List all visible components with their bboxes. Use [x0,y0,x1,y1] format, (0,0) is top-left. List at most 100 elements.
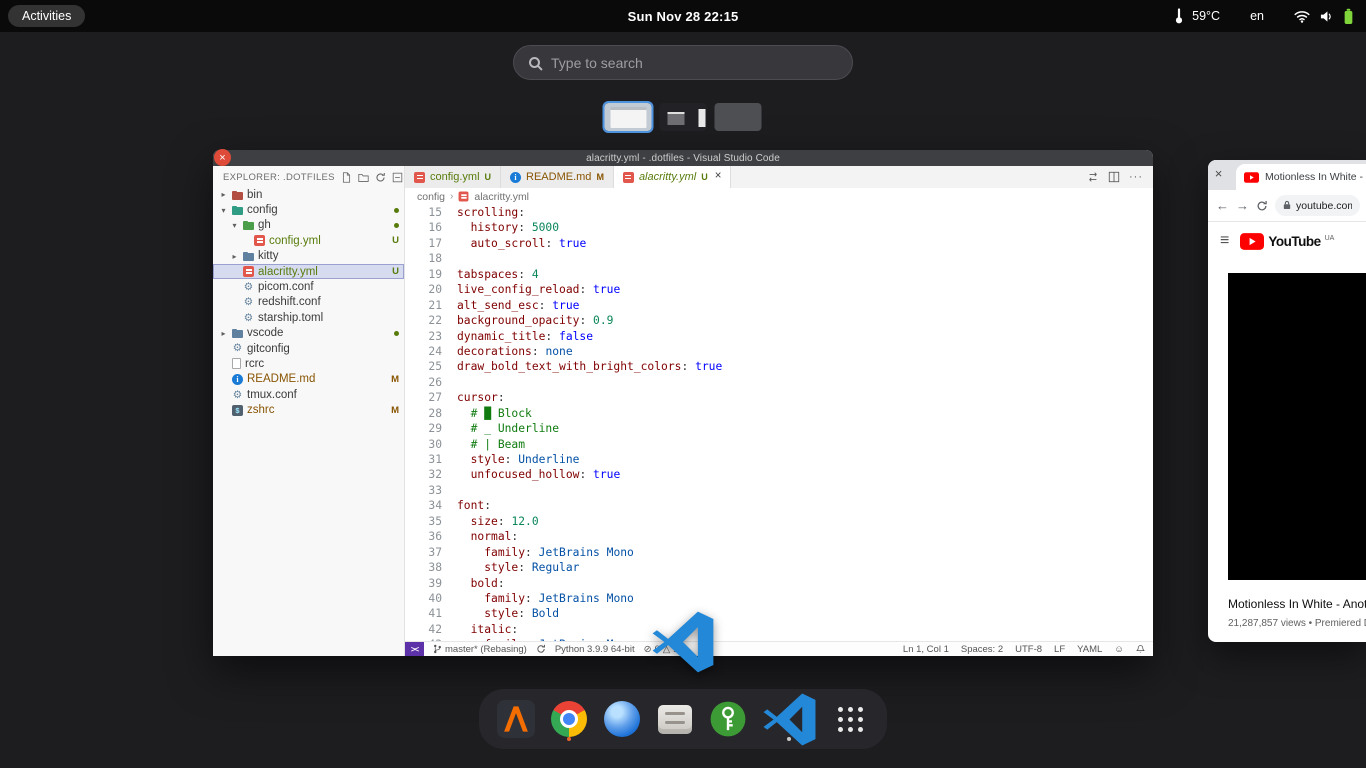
tree-folder-kitty[interactable]: ▸kitty [213,249,404,264]
feedback-icon[interactable]: ☺ [1114,644,1124,655]
menu-icon[interactable]: ≡ [1220,232,1229,250]
line-number: 42 [405,622,442,637]
status-item-ln-1-col-1[interactable]: Ln 1, Col 1 [903,644,949,655]
python-interpreter-item[interactable]: Python 3.9.9 64-bit [555,644,635,655]
remote-indicator[interactable]: >< [405,642,424,656]
tree-file-alacritty.yml[interactable]: alacritty.ymlU [213,264,404,279]
notifications-bell-icon[interactable] [1136,644,1145,655]
refresh-icon[interactable] [375,172,386,183]
search-input[interactable] [551,55,837,71]
line-number: 32 [405,467,442,482]
tree-folder-config[interactable]: ▾config [213,202,404,217]
close-tab-icon[interactable]: × [715,171,722,183]
tree-file-starship.toml[interactable]: starship.toml [213,310,404,325]
close-window-button-chrome[interactable]: × [1211,166,1226,181]
youtube-page: ≡ YouTube UA Motionless In White - Anot … [1208,222,1366,629]
status-item-spaces-2[interactable]: Spaces: 2 [961,644,1003,655]
tree-item-label: gh [258,219,390,231]
tree-file-picom.conf[interactable]: picom.conf [213,279,404,294]
browser-tab-youtube[interactable]: Motionless In White - [1236,164,1366,190]
dock-item-files[interactable] [655,696,695,742]
tree-item-label: tmux.conf [247,389,399,401]
breadcrumb[interactable]: config › alacritty.yml [405,188,1153,205]
line-number: 35 [405,514,442,529]
workspace-switcher [605,103,762,131]
breadcrumb-folder[interactable]: config [417,191,445,203]
youtube-wordmark: YouTube [1268,234,1320,249]
collapse-all-icon[interactable] [392,172,403,183]
status-item-lf[interactable]: LF [1054,644,1065,655]
close-window-button-vscode[interactable]: × [214,149,231,166]
breadcrumb-file[interactable]: alacritty.yml [474,191,529,203]
chrome-icon [551,701,587,737]
reload-button[interactable] [1256,200,1268,212]
chevron-right-icon: ▸ [219,329,228,338]
keyboard-layout-indicator[interactable]: en [1250,9,1264,23]
split-editor-icon[interactable] [1108,171,1120,183]
chrome-window[interactable]: Motionless In White - ← → youtube.com/wa… [1208,160,1366,642]
dock [479,689,887,749]
dock-item-vscode[interactable] [761,696,817,742]
chevron-down-icon: ▾ [230,221,239,230]
explorer-actions: ··· [341,172,405,183]
dock-item-keepassxc[interactable] [708,696,748,742]
workspace-thumbnail-1[interactable] [605,103,652,131]
new-folder-icon[interactable] [358,172,369,183]
editor-actions: ··· [1077,166,1153,188]
workspace-thumbnail-2[interactable] [660,103,707,131]
activities-button[interactable]: Activities [8,5,85,27]
git-branch-item[interactable]: master* (Rebasing) [433,643,527,655]
battery-icon [1343,8,1354,25]
tree-file-rcrc[interactable]: rcrc [213,356,404,371]
video-player[interactable] [1228,273,1366,580]
tree-folder-bin[interactable]: ▸bin [213,187,404,202]
tree-file-zshrc[interactable]: zshrcM [213,402,404,417]
code-line: auto_scroll: true [457,236,1153,251]
dock-item-alacritty[interactable] [496,696,536,742]
clock[interactable]: Sun Nov 28 22:15 [628,0,739,32]
tree-file-config.yml[interactable]: config.ymlU [213,233,404,248]
line-number: 20 [405,282,442,297]
status-item-yaml[interactable]: YAML [1077,644,1102,655]
code-line: live_config_reload: true [457,282,1153,297]
system-status-area[interactable]: 59°C en [1175,0,1354,32]
editor-tab-readme.md[interactable]: README.mdM [501,166,614,188]
youtube-logo[interactable]: YouTube UA [1240,233,1334,250]
code-line: draw_bold_text_with_bright_colors: true [457,359,1153,374]
running-indicator-dot [567,737,571,741]
editor-tab-alacritty.yml[interactable]: alacritty.ymlU× [614,166,731,188]
code-line: font: [457,498,1153,513]
status-item-utf-8[interactable]: UTF-8 [1015,644,1042,655]
tree-file-readme.md[interactable]: README.mdM [213,372,404,387]
tree-file-gitconfig[interactable]: gitconfig [213,341,404,356]
dock-item-globe[interactable] [602,696,642,742]
gear-icon [232,389,243,400]
address-bar[interactable]: youtube.com/wa [1275,195,1360,216]
vscode-window[interactable]: alacritty.yml - .dotfiles - Visual Studi… [213,150,1153,656]
dock-item-show-apps[interactable] [830,696,870,742]
open-changes-icon[interactable] [1087,171,1099,183]
vscode-titlebar[interactable]: alacritty.yml - .dotfiles - Visual Studi… [213,150,1153,166]
editor-column: config.ymlUREADME.mdMalacritty.ymlU× ···… [405,166,1153,656]
code-editor[interactable]: 1516171819202122232425262728293031323334… [405,205,1153,641]
line-number: 37 [405,545,442,560]
editor-tab-config.yml[interactable]: config.ymlU [405,166,501,188]
tree-file-tmux.conf[interactable]: tmux.conf [213,387,404,402]
tab-title: Motionless In White - [1265,171,1363,183]
forward-button[interactable]: → [1236,199,1249,212]
new-file-icon[interactable] [341,172,352,183]
mini-window [699,109,706,127]
back-button[interactable]: ← [1216,199,1229,212]
tree-folder-gh[interactable]: ▾ gh [213,218,404,233]
wifi-icon [1294,10,1310,23]
code-line: italic: [457,622,1153,637]
tree-file-redshift.conf[interactable]: redshift.conf [213,295,404,310]
tree-folder-vscode[interactable]: ▸vscode [213,326,404,341]
tree-item-label: starship.toml [258,312,399,324]
more-actions-icon[interactable]: ··· [1129,171,1143,183]
workspace-thumbnail-3[interactable] [715,103,762,131]
dock-item-chrome[interactable] [549,696,589,742]
chevron-right-icon: ▸ [219,190,228,199]
mini-window [668,112,685,125]
sync-icon[interactable] [536,644,546,654]
